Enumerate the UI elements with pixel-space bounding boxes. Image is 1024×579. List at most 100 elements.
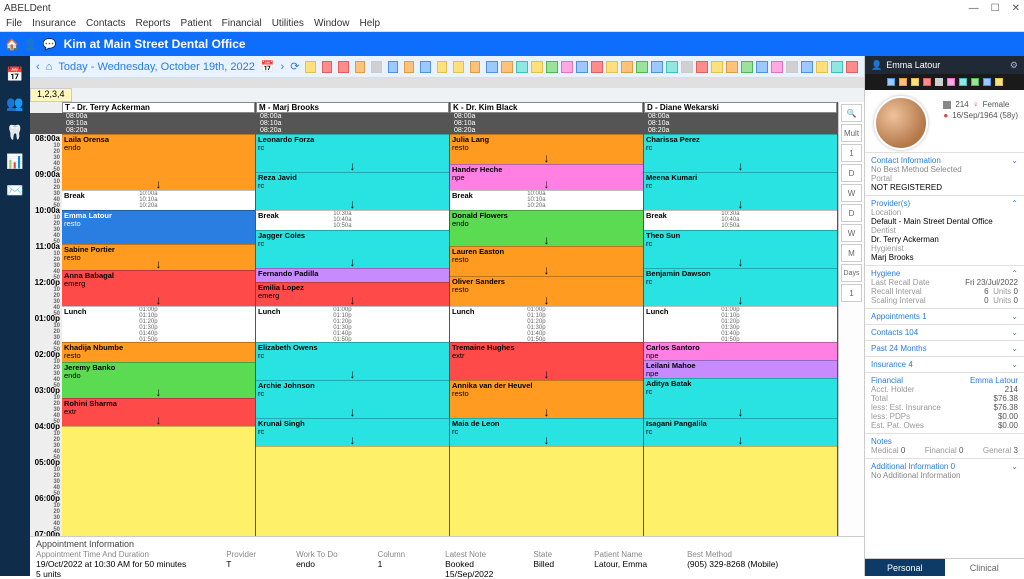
tb-icon[interactable]	[501, 61, 513, 73]
tb-icon[interactable]	[846, 61, 858, 73]
appointment[interactable]: Laila Orensaendo↓	[62, 134, 255, 190]
nav-home[interactable]: ⌂	[46, 61, 53, 73]
view-w-button[interactable]: W	[841, 184, 862, 202]
nav-prev[interactable]: ‹	[36, 61, 40, 73]
appointment[interactable]: Julia Langresto↓	[450, 134, 643, 164]
appointment[interactable]: Jeremy Bankoendo↓	[62, 362, 255, 398]
appointment[interactable]: Charissa Perezrc↓	[644, 134, 837, 172]
addl-lbl[interactable]: Additional Information	[871, 462, 948, 471]
rp-icon[interactable]	[971, 78, 979, 86]
tb-icon[interactable]	[666, 61, 678, 73]
tb-icon[interactable]	[546, 61, 558, 73]
appointment[interactable]: Elizabeth Owensrc↓	[256, 342, 449, 380]
appointment[interactable]: Leonardo Forzarc↓	[256, 134, 449, 172]
menu-utilities[interactable]: Utilities	[272, 18, 304, 29]
appointment[interactable]: Donald Flowersendo↓	[450, 210, 643, 246]
tb-icon[interactable]	[831, 61, 843, 73]
tb-icon[interactable]	[621, 61, 633, 73]
appointment[interactable]: Lauren Eastonresto↓	[450, 246, 643, 276]
calendar-icon[interactable]: 📅	[261, 60, 275, 73]
rp-icon[interactable]	[995, 78, 1003, 86]
view-w2-button[interactable]: W	[841, 224, 862, 242]
tb-icon[interactable]	[516, 61, 528, 73]
appointment[interactable]: Meena Kumarirc↓	[644, 172, 837, 210]
menu-file[interactable]: File	[6, 18, 22, 29]
appointment[interactable]: Theo Sunrc↓	[644, 230, 837, 268]
tb-icon[interactable]	[591, 61, 603, 73]
rp-icon[interactable]	[899, 78, 907, 86]
hygiene-hdr[interactable]: Hygiene	[871, 269, 900, 278]
tb-icon[interactable]	[741, 61, 753, 73]
nav-ledger-icon[interactable]: 📊	[6, 153, 23, 170]
chevron-up-icon[interactable]: ⌃	[1011, 269, 1018, 278]
appointment[interactable]: Oliver Sandersresto↓	[450, 276, 643, 306]
toolbar-icon[interactable]	[404, 61, 414, 73]
appts-lbl[interactable]: Appointments	[871, 312, 920, 321]
appointment[interactable]: Emilia Lopezemerg↓	[256, 282, 449, 306]
tb-icon[interactable]	[681, 61, 693, 73]
appointment[interactable]: Break10:30a10:40a10:50a	[644, 210, 837, 230]
appointment[interactable]: Lunch01:00p01:10p01:20p01:30p01:40p01:50…	[256, 306, 449, 342]
window-close[interactable]: ✕	[1012, 3, 1020, 14]
toolbar-icon[interactable]	[470, 61, 480, 73]
window-maximize[interactable]: ☐	[991, 3, 1000, 14]
gear-icon[interactable]: ⚙	[1010, 60, 1018, 71]
toolbar-icon[interactable]	[355, 61, 365, 73]
ins-lbl[interactable]: Insurance	[871, 360, 906, 369]
toolbar-icon[interactable]	[338, 61, 348, 73]
rp-icon[interactable]	[911, 78, 919, 86]
tb-icon[interactable]	[696, 61, 708, 73]
appointment[interactable]: Carlos Santoronpe	[644, 342, 837, 360]
appointment[interactable]	[62, 426, 255, 536]
tab-personal[interactable]: Personal	[865, 559, 945, 576]
past-lbl[interactable]: Past 24 Months	[871, 344, 927, 353]
tb-icon[interactable]	[771, 61, 783, 73]
chevron-down-icon[interactable]: ⌄	[1011, 312, 1018, 321]
appointment[interactable]	[644, 446, 837, 536]
appointment[interactable]: Archie Johnsonrc↓	[256, 380, 449, 418]
toolbar-icon[interactable]	[305, 61, 315, 73]
view-1-button[interactable]: 1	[841, 144, 862, 162]
chat-icon[interactable]: 💬	[42, 38, 58, 51]
tb-icon[interactable]	[486, 61, 498, 73]
menu-window[interactable]: Window	[314, 18, 350, 29]
chevron-down-icon[interactable]: ⌄	[1011, 344, 1018, 353]
fin-lbl[interactable]: Financial	[871, 376, 903, 385]
tb-icon[interactable]	[651, 61, 663, 73]
view-d-button[interactable]: D	[841, 164, 862, 182]
chevron-down-icon[interactable]: ⌄	[1011, 328, 1018, 337]
contacts-lbl[interactable]: Contacts	[871, 328, 903, 337]
menu-patient[interactable]: Patient	[181, 18, 212, 29]
appointment[interactable]: Aditya Batakrc↓	[644, 378, 837, 418]
tb-icon[interactable]	[801, 61, 813, 73]
tab-group[interactable]: 1,2,3,4	[30, 88, 72, 102]
appointment[interactable]: Break10:00a10:10a10:20a	[62, 190, 255, 210]
tb-icon[interactable]	[561, 61, 573, 73]
provider-header-M[interactable]: M - Marj Brooks	[256, 102, 449, 113]
menu-contacts[interactable]: Contacts	[86, 18, 125, 29]
view-d2-button[interactable]: D	[841, 204, 862, 222]
view-m-button[interactable]: M	[841, 244, 862, 262]
rp-icon[interactable]	[983, 78, 991, 86]
rp-icon[interactable]	[887, 78, 895, 86]
toolbar-icon[interactable]	[322, 61, 332, 73]
providers-hdr[interactable]: Provider(s)	[871, 199, 910, 208]
provider-header-T[interactable]: T - Dr. Terry Ackerman	[62, 102, 255, 113]
provider-header-D[interactable]: D - Diane Wekarski	[644, 102, 837, 113]
toolbar-icon[interactable]	[371, 61, 381, 73]
rp-icon[interactable]	[947, 78, 955, 86]
tab-clinical[interactable]: Clinical	[945, 559, 1024, 576]
appointment[interactable]: Isagani Pangalilarc↓	[644, 418, 837, 446]
chevron-up-icon[interactable]: ⌃	[1011, 199, 1018, 208]
tb-icon[interactable]	[786, 61, 798, 73]
appointment[interactable]: Krunal Singhrc↓	[256, 418, 449, 446]
tb-icon[interactable]	[576, 61, 588, 73]
appointment[interactable]: Anna Babagalemerg↓	[62, 270, 255, 306]
appointment[interactable]: Maia de Leonrc↓	[450, 418, 643, 446]
toolbar-icon[interactable]	[420, 61, 430, 73]
appointment[interactable]	[256, 446, 449, 536]
tb-icon[interactable]	[636, 61, 648, 73]
nav-schedule-icon[interactable]: 📅	[6, 66, 23, 83]
rp-icon[interactable]	[923, 78, 931, 86]
nav-patients-icon[interactable]: 👥	[6, 95, 23, 112]
